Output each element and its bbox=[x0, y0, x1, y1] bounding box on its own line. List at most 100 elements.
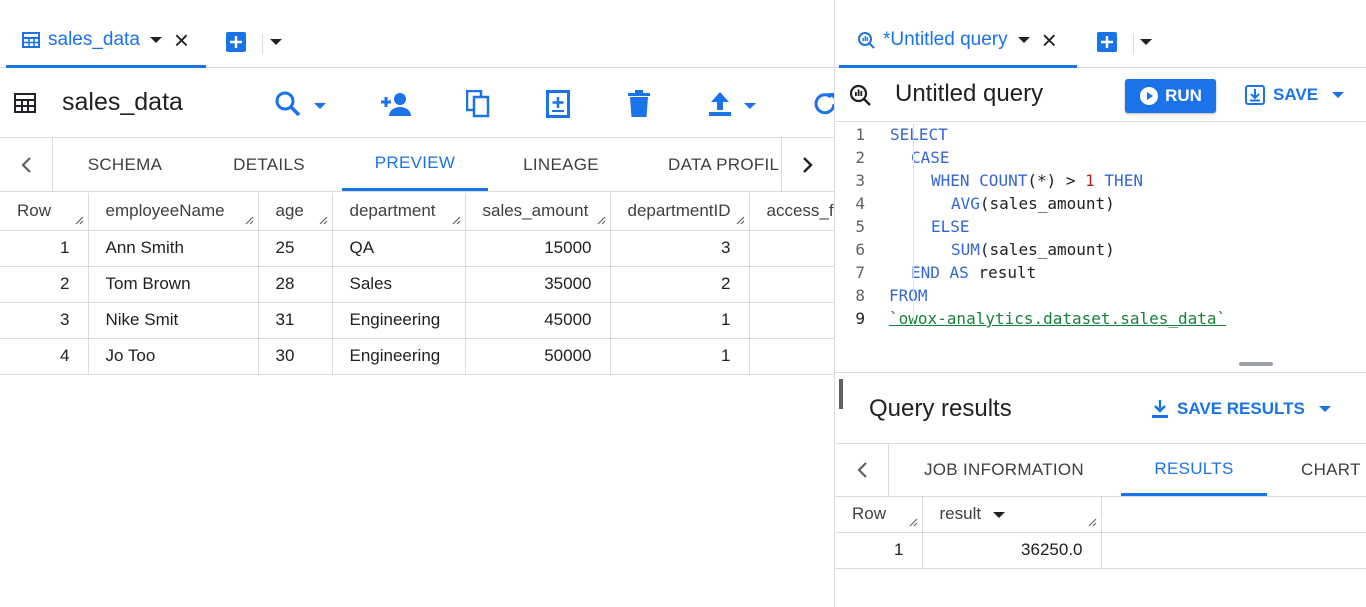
results-title: Query results bbox=[869, 395, 1012, 422]
column-header-department-id[interactable]: departmentID bbox=[610, 193, 750, 231]
sort-caret-icon[interactable] bbox=[993, 511, 1006, 518]
delete-icon[interactable] bbox=[627, 90, 651, 118]
export-icon[interactable] bbox=[706, 90, 734, 118]
table-header-row: Row employeeName age department sales_am… bbox=[0, 193, 834, 231]
code-line: 6 SUM (sales_amount) bbox=[855, 240, 1115, 259]
column-header-access[interactable]: access_f bbox=[749, 193, 834, 231]
cell-employee-name: Jo Too bbox=[88, 338, 259, 375]
tab-list-caret-icon[interactable] bbox=[1140, 39, 1152, 45]
table-icon bbox=[14, 93, 36, 113]
row-number: 2 bbox=[0, 266, 89, 303]
indent-guide bbox=[913, 124, 914, 329]
chevron-left-icon[interactable] bbox=[0, 138, 53, 191]
tab-data-profile[interactable]: DATA PROFIL bbox=[634, 138, 780, 191]
add-tab-icon[interactable] bbox=[226, 32, 246, 52]
tab-menu-caret-icon[interactable] bbox=[149, 36, 162, 43]
tab-job-information[interactable]: JOB INFORMATION bbox=[891, 444, 1117, 496]
cell-sales-amount: 50000 bbox=[465, 338, 611, 375]
refresh-icon[interactable] bbox=[812, 90, 834, 118]
close-icon[interactable]: × bbox=[174, 27, 189, 53]
tab-list-caret-icon[interactable] bbox=[270, 39, 282, 45]
run-button[interactable]: RUN bbox=[1125, 79, 1216, 113]
table-row: 3 Nike Smit 31 Engineering 45000 1 bbox=[0, 302, 834, 339]
download-icon bbox=[1151, 399, 1169, 419]
tab-details[interactable]: DETAILS bbox=[196, 138, 342, 191]
query-menu-caret-icon[interactable] bbox=[314, 103, 326, 109]
cell-employee-name: Ann Smith bbox=[88, 230, 259, 267]
column-header-row[interactable]: Row bbox=[835, 497, 923, 533]
cell-department-id: 2 bbox=[610, 266, 750, 303]
save-results-label: SAVE RESULTS bbox=[1177, 399, 1305, 418]
cell-access bbox=[749, 266, 834, 303]
cell-employee-name: Nike Smit bbox=[88, 302, 259, 339]
cell-sales-amount: 45000 bbox=[465, 302, 611, 339]
cell-sales-amount: 15000 bbox=[465, 230, 611, 267]
snapshot-icon[interactable] bbox=[546, 90, 570, 118]
save-icon bbox=[1245, 85, 1265, 105]
tab-label: sales_data bbox=[48, 28, 140, 50]
divider bbox=[1133, 34, 1134, 54]
row-number: 4 bbox=[0, 338, 89, 375]
save-results-caret-icon[interactable] bbox=[1318, 406, 1331, 412]
cell-sales-amount: 35000 bbox=[465, 266, 611, 303]
cell-access bbox=[749, 230, 834, 267]
tab-schema[interactable]: SCHEMA bbox=[54, 138, 196, 191]
chevron-right-icon[interactable] bbox=[781, 138, 834, 191]
run-label: RUN bbox=[1165, 86, 1202, 105]
column-header-age[interactable]: age bbox=[258, 193, 333, 231]
tab-preview[interactable]: PREVIEW bbox=[342, 138, 488, 191]
table-toolbar: sales_data bbox=[0, 68, 834, 138]
resize-handle[interactable] bbox=[1239, 362, 1273, 366]
code-line: 7 END AS result bbox=[855, 263, 1037, 282]
cell-access bbox=[749, 338, 834, 375]
query-toolbar: Untitled query RUN SAVE bbox=[835, 68, 1366, 122]
tab-lineage[interactable]: LINEAGE bbox=[488, 138, 634, 191]
table-row: 1 36250.0 bbox=[835, 532, 1366, 569]
results-tabs: JOB INFORMATION RESULTS CHART bbox=[835, 444, 1366, 497]
column-header-employee-name[interactable]: employeeName bbox=[88, 193, 259, 231]
share-icon[interactable] bbox=[380, 92, 412, 116]
code-line: 2 CASE bbox=[855, 148, 950, 167]
cell-spacer bbox=[1101, 532, 1366, 569]
column-header-row[interactable]: Row bbox=[0, 193, 89, 231]
close-icon[interactable]: × bbox=[1042, 27, 1057, 53]
tab-untitled-query[interactable]: *Untitled query × bbox=[839, 14, 1077, 68]
page-title: sales_data bbox=[62, 88, 183, 116]
cell-department: Sales bbox=[332, 266, 466, 303]
cell-age: 25 bbox=[258, 230, 333, 267]
column-header-department[interactable]: department bbox=[332, 193, 466, 231]
cell-result: 36250.0 bbox=[922, 532, 1102, 569]
panel-drag-handle[interactable] bbox=[839, 379, 843, 409]
preview-table: Row employeeName age department sales_am… bbox=[0, 193, 834, 375]
add-tab-icon[interactable] bbox=[1097, 32, 1117, 52]
save-button[interactable]: SAVE bbox=[1245, 82, 1345, 108]
table-header-row: Row result bbox=[835, 497, 1366, 533]
divider bbox=[262, 34, 263, 54]
export-menu-caret-icon[interactable] bbox=[744, 103, 756, 109]
row-number: 3 bbox=[0, 302, 89, 339]
cell-department-id: 1 bbox=[610, 338, 750, 375]
tab-chart[interactable]: CHART bbox=[1287, 444, 1366, 496]
row-number: 1 bbox=[835, 532, 923, 569]
save-menu-caret-icon[interactable] bbox=[1332, 92, 1345, 98]
save-results-button[interactable]: SAVE RESULTS bbox=[1151, 399, 1331, 419]
query-icon bbox=[849, 84, 871, 106]
code-line: 3 WHEN COUNT (*) > 1 THEN bbox=[855, 171, 1143, 190]
cell-department-id: 1 bbox=[610, 302, 750, 339]
table-row: 2 Tom Brown 28 Sales 35000 2 bbox=[0, 266, 834, 303]
cell-department: Engineering bbox=[332, 302, 466, 339]
search-icon[interactable] bbox=[274, 90, 304, 118]
table-pane: sales_data × sales_data SCHEMA DETAILS P… bbox=[0, 0, 834, 607]
table-icon bbox=[22, 31, 40, 49]
chevron-left-icon[interactable] bbox=[835, 444, 889, 496]
column-header-result[interactable]: result bbox=[922, 497, 1102, 533]
left-tab-bar: sales_data × bbox=[0, 0, 834, 68]
cell-department: Engineering bbox=[332, 338, 466, 375]
tab-sales-data[interactable]: sales_data × bbox=[6, 14, 206, 68]
copy-icon[interactable] bbox=[466, 90, 490, 118]
column-header-sales-amount[interactable]: sales_amount bbox=[465, 193, 611, 231]
sql-editor[interactable]: 1 SELECT 2 CASE 3 WHEN COUNT (*) > 1 THEN 4A… bbox=[835, 122, 1366, 372]
tab-results[interactable]: RESULTS bbox=[1121, 444, 1267, 496]
tab-menu-caret-icon[interactable] bbox=[1017, 36, 1030, 43]
results-header: Query results SAVE RESULTS bbox=[835, 372, 1366, 444]
